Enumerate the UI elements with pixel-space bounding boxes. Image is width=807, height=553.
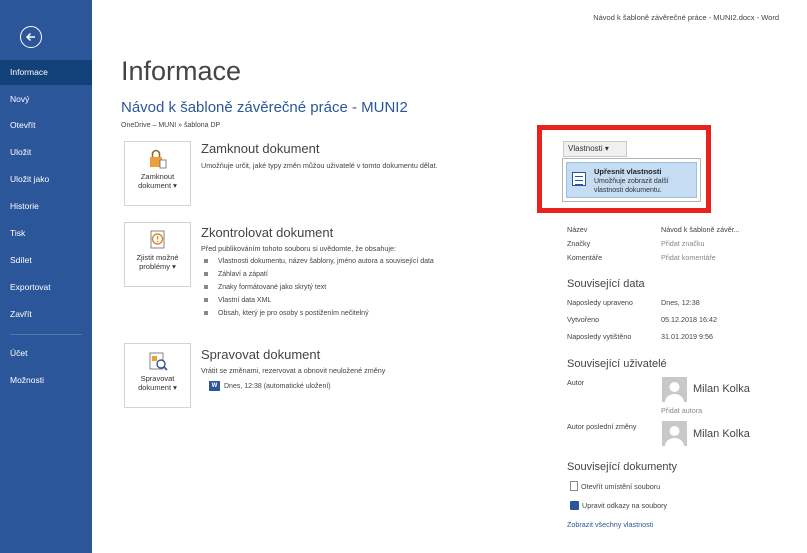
manage-document-label-1: Spravovat	[140, 374, 175, 383]
related-people-heading: Související uživatelé	[567, 358, 667, 370]
last-modified-avatar	[662, 421, 687, 446]
document-path[interactable]: OneDrive – MUNI » šablona DP	[121, 122, 220, 129]
check-issues-button[interactable]: Zjistit možné problémy ▾	[124, 222, 191, 287]
word-backstage: Informace Nový Otevřít Uložit Uložit jak…	[0, 0, 807, 553]
last-modified-by-name[interactable]: Milan Kolka	[693, 428, 750, 440]
date-label-created: Vytvořeno	[567, 315, 600, 324]
protect-document-label-1: Zamknout	[140, 172, 175, 181]
prop-label-comments: Komentáře	[567, 253, 603, 262]
check-issues-label-1: Zjistit možné	[136, 253, 179, 262]
window-title: Návod k šabloně závěrečné práce - MUNI2.…	[593, 13, 779, 22]
word-file-icon: W	[209, 381, 220, 391]
sidebar-item-ucet[interactable]: Účet	[0, 341, 92, 366]
inspect-document-icon	[150, 230, 164, 249]
page-title: Informace	[121, 56, 242, 86]
related-docs-heading: Související dokumenty	[567, 461, 678, 473]
prop-label-tags: Značky	[567, 239, 591, 248]
date-label-printed: Naposledy vytištěno	[567, 332, 632, 341]
prop-value-comments[interactable]: Přidat komentáře	[661, 253, 716, 262]
show-all-properties-link[interactable]: Zobrazit všechny vlastnosti	[567, 520, 653, 529]
file-icon	[570, 481, 578, 491]
inspect-bullet-item: Vlastnosti dokumentu, název šablony, jmé…	[204, 258, 434, 265]
protect-document-label-2: dokument ▾	[138, 181, 177, 190]
protect-heading: Zamknout dokument	[201, 141, 320, 156]
sidebar-item-exportovat[interactable]: Exportovat	[0, 275, 92, 300]
related-dates-heading: Související data	[567, 278, 645, 290]
person-icon	[665, 426, 684, 446]
sidebar-item-ulozit[interactable]: Uložit	[0, 140, 92, 165]
check-issues-label-2: problémy ▾	[139, 262, 176, 271]
open-file-location-label: Otevřít umístění souboru	[581, 481, 661, 491]
sidebar-item-zavrit[interactable]: Zavřít	[0, 302, 92, 327]
last-modified-by-label: Autor poslední změny	[567, 422, 637, 431]
inspect-heading: Zkontrolovat dokument	[201, 225, 334, 240]
add-author-link[interactable]: Přidat autora	[661, 406, 702, 415]
sidebar-item-historie[interactable]: Historie	[0, 194, 92, 219]
date-value-printed: 31.01.2019 9:56	[661, 332, 713, 341]
autosave-label: Dnes, 12:38 (automatické uložení)	[224, 382, 331, 390]
sidebar-item-novy[interactable]: Nový	[0, 87, 92, 112]
sidebar-divider	[10, 334, 82, 335]
inspect-bullet-item: Obsah, který je pro osoby s postižením n…	[204, 310, 369, 317]
protect-description: Umožňuje určit, jaké typy změn můžou uži…	[201, 161, 438, 170]
sidebar-item-otevrit[interactable]: Otevřít	[0, 113, 92, 138]
back-arrow-icon[interactable]	[20, 26, 42, 48]
prop-value-title[interactable]: Návod k šabloně závěr...	[661, 225, 740, 234]
manage-document-label-2: dokument ▾	[138, 383, 177, 392]
document-title: Návod k šabloně závěrečné práce - MUNI2	[121, 99, 408, 116]
sidebar-item-tisk[interactable]: Tisk	[0, 221, 92, 246]
manage-document-icon	[149, 352, 168, 371]
lock-icon	[149, 149, 166, 169]
inspect-description: Před publikováním tohoto souboru si uvěd…	[201, 244, 396, 253]
protect-document-button[interactable]: Zamknout dokument ▾	[124, 141, 191, 206]
inspect-bullet-item: Vlastní data XML	[204, 297, 271, 304]
person-icon	[665, 382, 684, 402]
prop-value-tags[interactable]: Přidat značku	[661, 239, 705, 248]
date-value-modified: Dnes, 12:38	[661, 298, 700, 307]
author-label: Autor	[567, 378, 585, 387]
sidebar-item-sdilet[interactable]: Sdílet	[0, 248, 92, 273]
sidebar-item-ulozit-jako[interactable]: Uložit jako	[0, 167, 92, 192]
inspect-bullet-item: Záhlaví a zápatí	[204, 271, 268, 278]
open-file-location-link[interactable]: Otevřít umístění souboru	[570, 481, 660, 491]
author-name[interactable]: Milan Kolka	[693, 383, 750, 395]
edit-links-label: Upravit odkazy na soubory	[582, 501, 668, 510]
highlight-box	[537, 125, 711, 213]
prop-label-title: Název	[567, 225, 588, 234]
sidebar-item-informace[interactable]: Informace	[0, 60, 92, 85]
sidebar-item-moznosti[interactable]: Možnosti	[0, 368, 92, 393]
manage-heading: Spravovat dokument	[201, 347, 321, 362]
autosave-version[interactable]: W Dnes, 12:38 (automatické uložení)	[209, 381, 331, 391]
manage-description: Vrátit se změnami, rezervovat a obnovit …	[201, 366, 386, 375]
date-value-created: 05.12.2018 16:42	[661, 315, 717, 324]
date-label-modified: Naposledy upraveno	[567, 298, 633, 307]
backstage-sidebar: Informace Nový Otevřít Uložit Uložit jak…	[0, 0, 92, 553]
edit-links-link[interactable]: Upravit odkazy na soubory	[570, 501, 667, 510]
inspect-bullet-item: Znaky formátované jako skrytý text	[204, 284, 326, 291]
author-avatar	[662, 377, 687, 402]
manage-document-button[interactable]: Spravovat dokument ▾	[124, 343, 191, 408]
link-icon	[570, 501, 579, 510]
